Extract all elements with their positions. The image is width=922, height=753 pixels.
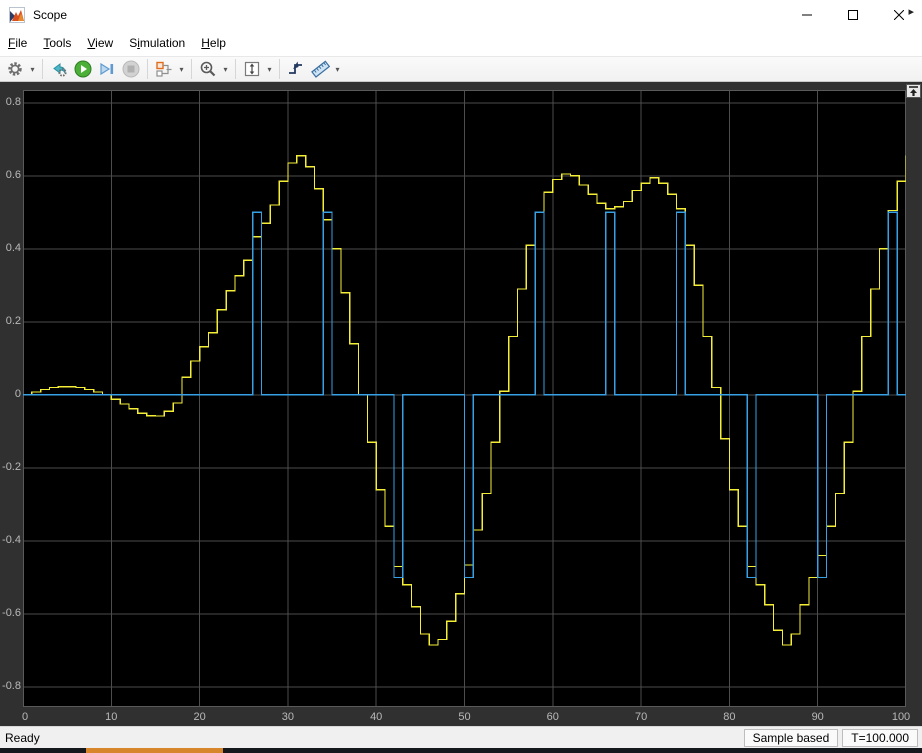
menu-file[interactable]: File bbox=[0, 30, 35, 56]
menu-simulation[interactable]: Simulation bbox=[121, 30, 193, 56]
menu-tools[interactable]: Tools bbox=[35, 30, 79, 56]
maximize-button[interactable] bbox=[830, 0, 876, 30]
title-bar: Scope bbox=[0, 0, 922, 30]
scope-app-icon bbox=[9, 7, 25, 23]
measurements-dropdown-caret[interactable]: ▾ bbox=[332, 58, 343, 80]
x-tick-label: 20 bbox=[193, 711, 205, 723]
scroll-to-top-icon bbox=[908, 86, 919, 96]
x-tick-label: 100 bbox=[892, 711, 910, 723]
taskbar-accent bbox=[86, 748, 223, 753]
fit-to-view-button[interactable] bbox=[240, 58, 264, 80]
measurements-button[interactable] bbox=[308, 58, 332, 80]
menu-help[interactable]: Help bbox=[193, 30, 234, 56]
scroll-to-top-button[interactable] bbox=[906, 84, 921, 98]
highlight-simulink-block-icon bbox=[50, 60, 69, 78]
signal-selector-button[interactable] bbox=[152, 58, 176, 80]
zoom-button[interactable] bbox=[196, 58, 220, 80]
step-forward-button[interactable] bbox=[95, 58, 119, 80]
x-tick-label: 30 bbox=[282, 711, 294, 723]
toolbar-separator bbox=[42, 59, 43, 79]
signal-selector-icon bbox=[155, 60, 174, 78]
x-tick-label: 60 bbox=[547, 711, 559, 723]
settings-gear-icon bbox=[6, 60, 24, 78]
maximize-icon bbox=[848, 10, 858, 20]
fit-to-view-icon bbox=[243, 60, 261, 78]
toolbar-separator bbox=[279, 59, 280, 79]
minimize-icon bbox=[802, 10, 812, 20]
close-icon bbox=[894, 10, 904, 20]
x-tick-label: 0 bbox=[22, 711, 28, 723]
status-panel-sim-time: T=100.000 bbox=[842, 729, 918, 747]
x-tick-label: 50 bbox=[458, 711, 470, 723]
toolbar: ▾ ▾ ▾ ▾ ▾ bbox=[0, 56, 922, 82]
toolbar-separator bbox=[191, 59, 192, 79]
measurements-icon bbox=[311, 60, 330, 78]
y-tick-label: -0.8 bbox=[0, 680, 21, 693]
menu-overflow-arrow[interactable]: ▸ bbox=[908, 5, 914, 18]
toolbar-separator bbox=[235, 59, 236, 79]
y-tick-label: -0.2 bbox=[0, 461, 21, 474]
y-tick-label: 0.6 bbox=[0, 169, 21, 182]
axes-panel: 0.8 0.6 0.4 0.2 0 -0.2 -0.4 -0.6 -0.8 0 10 20 30 40 50… bbox=[0, 82, 922, 726]
y-tick-label: 0.2 bbox=[0, 315, 21, 328]
y-tick-label: 0 bbox=[0, 388, 21, 401]
zoom-icon bbox=[199, 60, 217, 78]
y-tick-label: -0.4 bbox=[0, 534, 21, 547]
status-bar: Ready Sample based T=100.000 bbox=[0, 726, 922, 748]
fit-to-view-dropdown-caret[interactable]: ▾ bbox=[264, 58, 275, 80]
y-tick-label: -0.6 bbox=[0, 607, 21, 620]
stop-icon bbox=[122, 60, 140, 78]
settings-gear-button[interactable] bbox=[3, 58, 27, 80]
settings-gear-dropdown-caret[interactable]: ▾ bbox=[27, 58, 38, 80]
x-tick-label: 90 bbox=[812, 711, 824, 723]
step-forward-icon bbox=[98, 60, 116, 78]
status-text: Ready bbox=[5, 731, 744, 745]
x-tick-label: 10 bbox=[105, 711, 117, 723]
menu-bar: FileToolsViewSimulationHelp bbox=[0, 30, 922, 56]
x-tick-label: 70 bbox=[635, 711, 647, 723]
run-icon bbox=[74, 60, 92, 78]
menu-view[interactable]: View bbox=[79, 30, 121, 56]
plot-area[interactable] bbox=[23, 90, 906, 707]
stop-button[interactable] bbox=[119, 58, 143, 80]
highlight-simulink-block-button[interactable] bbox=[47, 58, 71, 80]
y-tick-label: 0.4 bbox=[0, 242, 21, 255]
status-panel-sample-mode: Sample based bbox=[744, 729, 839, 747]
y-tick-label: 0.8 bbox=[0, 96, 21, 109]
toolbar-separator bbox=[147, 59, 148, 79]
scope-window: Scope FileToolsViewSimulationHelp ▸ ▾▾▾▾… bbox=[0, 0, 922, 753]
x-tick-label: 40 bbox=[370, 711, 382, 723]
signal-selector-dropdown-caret[interactable]: ▾ bbox=[176, 58, 187, 80]
x-tick-label: 80 bbox=[723, 711, 735, 723]
window-title: Scope bbox=[33, 8, 67, 22]
trigger-icon bbox=[287, 60, 305, 78]
run-button[interactable] bbox=[71, 58, 95, 80]
zoom-dropdown-caret[interactable]: ▾ bbox=[220, 58, 231, 80]
trigger-button[interactable] bbox=[284, 58, 308, 80]
taskbar-strip bbox=[0, 748, 922, 753]
close-button[interactable] bbox=[876, 0, 922, 30]
minimize-button[interactable] bbox=[784, 0, 830, 30]
